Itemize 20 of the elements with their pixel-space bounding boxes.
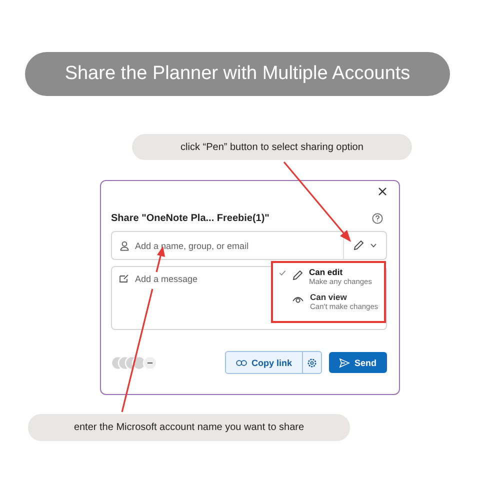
check-icon [279, 270, 286, 276]
callout-text: click “Pen” button to select sharing option [132, 134, 412, 160]
eye-icon [292, 295, 304, 303]
pen-icon [353, 240, 364, 251]
settings-icon [307, 358, 317, 368]
person-icon [120, 240, 129, 250]
pen-icon [292, 270, 303, 281]
callout-text: enter the Microsoft account name you want to share [28, 414, 350, 441]
send-button[interactable]: Send [329, 352, 387, 373]
chevron-icon [370, 243, 377, 248]
option-label: Can edit [309, 267, 344, 277]
help-icon[interactable] [372, 213, 383, 224]
close-icon[interactable] [378, 187, 387, 196]
link-icon [236, 360, 248, 366]
send-icon [339, 358, 350, 368]
option-label: Can view [310, 292, 348, 302]
recipient-input[interactable]: Add a name, group, or email [135, 240, 335, 250]
avatars-drawing [111, 354, 159, 370]
heading-banner: Share the Planner with Multiple Accounts [25, 52, 450, 96]
dialog-title: Share "OneNote Pla... Freebie(1)" [111, 213, 270, 224]
